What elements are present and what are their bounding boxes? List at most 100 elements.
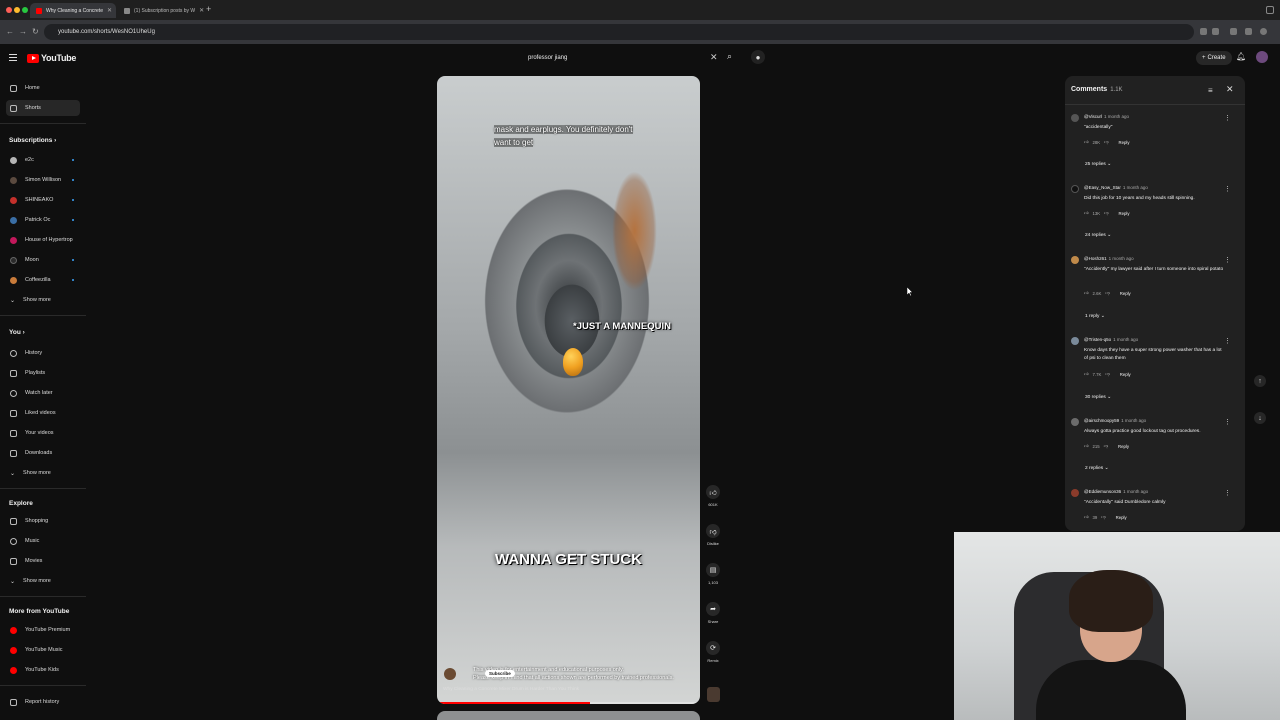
more-options-icon[interactable]: ⋮	[1224, 489, 1231, 497]
thumbs-down-icon[interactable]: 👎︎	[1104, 443, 1108, 449]
avatar[interactable]	[1071, 489, 1079, 497]
remix-icon[interactable]: ⟳	[706, 641, 720, 655]
avatar[interactable]	[1071, 418, 1079, 426]
reply-button[interactable]: Reply	[1119, 140, 1130, 145]
avatar[interactable]	[1071, 256, 1079, 264]
sidebar-item-show-more[interactable]: ⌄ Show more	[6, 292, 80, 308]
new-tab-icon[interactable]: +	[206, 4, 211, 14]
sidebar-item-subscription[interactable]: SHINEAKO	[6, 192, 80, 208]
next-short-preview[interactable]	[437, 711, 700, 720]
thumbs-up-icon[interactable]: 👍︎	[1084, 514, 1089, 520]
window-menu-icon[interactable]	[1266, 6, 1274, 14]
subscribe-button[interactable]: Subscribe	[485, 670, 515, 677]
comment-author[interactable]: @Hosh261 1 month ago	[1084, 256, 1134, 261]
thumbs-up-icon[interactable]: 👍︎	[1084, 443, 1089, 449]
sidebar-item-show-more[interactable]: ⌄ Show more	[6, 573, 80, 589]
view-replies-button[interactable]: 1 reply ⌄	[1085, 314, 1105, 319]
back-icon[interactable]: ←	[6, 27, 14, 36]
comment-author[interactable]: @Tristen-q5o 1 month ago	[1084, 337, 1138, 342]
more-options-icon[interactable]: ⋮	[1224, 337, 1231, 345]
more-options-icon[interactable]: ⋮	[1224, 418, 1231, 426]
thumbs-down-icon[interactable]: 👎︎	[1104, 139, 1108, 145]
sidebar-item-youtube-kids[interactable]: YouTube Kids	[6, 662, 80, 678]
sidebar-item-subscription[interactable]: e2c	[6, 152, 80, 168]
view-replies-button[interactable]: 2 replies ⌄	[1085, 466, 1109, 471]
extension-icon[interactable]	[1200, 28, 1207, 35]
search-icon[interactable]: ⌕	[727, 51, 732, 62]
comment-author[interactable]: @Eddiemunson36 1 month ago	[1084, 489, 1148, 494]
forward-icon[interactable]: →	[19, 27, 27, 36]
sidebar-item-downloads[interactable]: Downloads	[6, 445, 80, 461]
thumbs-up-icon[interactable]: 👍︎	[1084, 210, 1089, 216]
thumbs-down-icon[interactable]: 👎︎	[1101, 514, 1105, 520]
sound-thumbnail[interactable]	[707, 687, 720, 702]
maximize-window-icon[interactable]	[22, 7, 28, 13]
sidebar-item-watch-later[interactable]: Watch later	[6, 385, 80, 401]
more-options-icon[interactable]: ⋮	[1224, 185, 1231, 193]
like-icon[interactable]: 👍︎	[706, 485, 720, 499]
video-progress-bar[interactable]	[437, 702, 700, 704]
avatar[interactable]	[1071, 337, 1079, 345]
menu-icon[interactable]	[9, 54, 17, 61]
comment-author[interactable]: @airschmoopy59 1 month ago	[1084, 418, 1146, 423]
search-input[interactable]: professor jiang	[522, 49, 722, 66]
thumbs-down-icon[interactable]: 👎︎	[1105, 290, 1109, 296]
reply-button[interactable]: Reply	[1120, 372, 1131, 377]
profile-icon[interactable]	[1260, 28, 1267, 35]
more-options-icon[interactable]: ⋮	[1224, 256, 1231, 264]
sidebar-item-subscription[interactable]: Coffeezilla	[6, 272, 80, 288]
next-short-icon[interactable]: ↓	[1254, 412, 1266, 424]
view-replies-button[interactable]: 25 replies ⌄	[1085, 162, 1111, 167]
reply-button[interactable]: Reply	[1120, 291, 1131, 296]
you-heading[interactable]: You ›	[9, 329, 25, 336]
view-replies-button[interactable]: 24 replies ⌄	[1085, 233, 1111, 238]
extension-icon[interactable]	[1245, 28, 1252, 35]
sort-icon[interactable]: ≡	[1208, 86, 1213, 95]
channel-avatar[interactable]	[444, 668, 456, 680]
dislike-icon[interactable]: 👎︎	[706, 524, 720, 538]
sidebar-item-youtube-premium[interactable]: YouTube Premium	[6, 622, 80, 638]
voice-search-icon[interactable]: ●	[751, 50, 765, 64]
share-action[interactable]: ➦ Share	[705, 602, 721, 624]
close-tab-icon[interactable]: ✕	[199, 7, 204, 14]
sidebar-item-subscription[interactable]: Patrick Oc	[6, 212, 80, 228]
dislike-action[interactable]: 👎︎ Dislike	[705, 524, 721, 546]
remix-action[interactable]: ⟳ Remix	[705, 641, 721, 663]
shorts-video-player[interactable]: mask and earplugs. You definitely don't …	[437, 76, 700, 704]
more-options-icon[interactable]: ⋮	[1224, 114, 1231, 122]
youtube-logo[interactable]: YouTube	[27, 53, 76, 63]
subscriptions-heading[interactable]: Subscriptions ›	[9, 137, 56, 144]
thumbs-up-icon[interactable]: 👍︎	[1084, 139, 1089, 145]
sidebar-item-subscription[interactable]: Moon	[6, 252, 80, 268]
sidebar-item-shopping[interactable]: Shopping	[6, 513, 80, 529]
minimize-window-icon[interactable]	[14, 7, 20, 13]
close-window-icon[interactable]	[6, 7, 12, 13]
browser-tab-active[interactable]: Why Cleaning a Concrete ✕	[30, 3, 116, 18]
previous-short-icon[interactable]: ↑	[1254, 375, 1266, 387]
browser-tab[interactable]: (1) Subscription posts by W ✕	[118, 3, 204, 18]
sidebar-item-show-more[interactable]: ⌄ Show more	[6, 465, 80, 481]
thumbs-down-icon[interactable]: 👎︎	[1105, 371, 1109, 377]
reply-button[interactable]: Reply	[1119, 211, 1130, 216]
reply-button[interactable]: Reply	[1118, 444, 1129, 449]
create-button[interactable]: + Create	[1196, 51, 1232, 65]
sidebar-item-your-videos[interactable]: Your videos	[6, 425, 80, 441]
avatar[interactable]	[1071, 185, 1079, 193]
avatar[interactable]	[1256, 51, 1268, 63]
sidebar-item-subscription[interactable]: Simon Willison	[6, 172, 80, 188]
close-tab-icon[interactable]: ✕	[107, 7, 112, 14]
video-title[interactable]: Why Cleaning a Concrete Mixer Drum is Ha…	[443, 687, 579, 692]
bookmark-icon[interactable]	[1212, 28, 1219, 35]
reload-icon[interactable]: ↻	[32, 27, 39, 36]
sidebar-item-movies[interactable]: Movies	[6, 553, 80, 569]
comment-author[interactable]: @Viscurl 1 month ago	[1084, 114, 1129, 119]
comment-icon[interactable]: ▤	[706, 563, 720, 577]
thumbs-up-icon[interactable]: 👍︎	[1084, 290, 1089, 296]
thumbs-up-icon[interactable]: 👍︎	[1084, 371, 1089, 377]
sidebar-item-shorts[interactable]: Shorts	[6, 100, 80, 116]
reply-button[interactable]: Reply	[1116, 515, 1127, 520]
notifications-icon[interactable]: 🔔︎	[1236, 52, 1246, 61]
sidebar-item-report-history[interactable]: Report history	[6, 694, 80, 710]
extension-icon[interactable]	[1230, 28, 1237, 35]
sidebar-item-history[interactable]: History	[6, 345, 80, 361]
